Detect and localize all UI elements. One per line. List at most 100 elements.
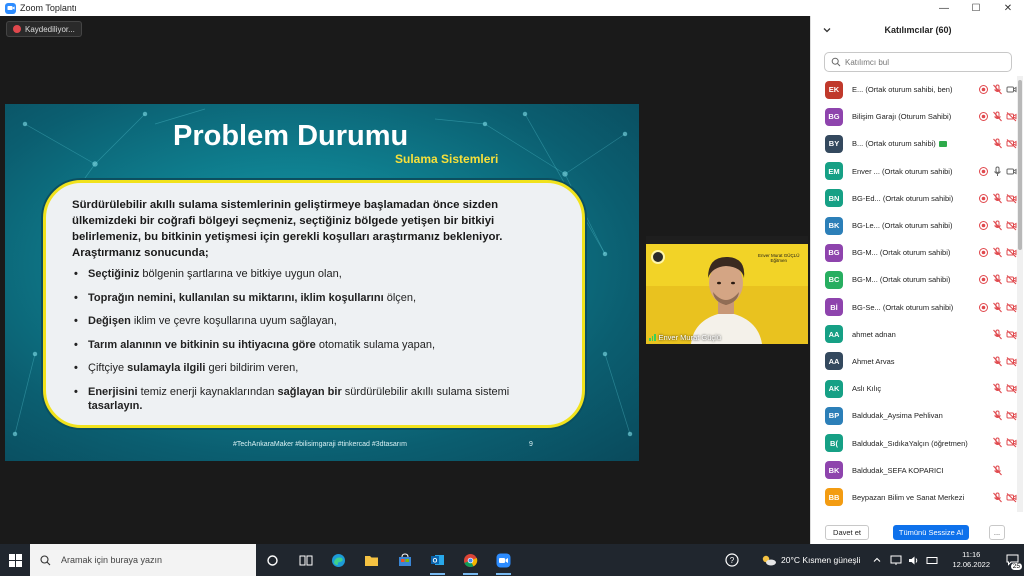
participant-status-icons bbox=[978, 103, 1017, 130]
video-off-icon[interactable] bbox=[1006, 247, 1017, 258]
video-off-icon[interactable] bbox=[1006, 356, 1017, 367]
recording-icon[interactable] bbox=[978, 247, 989, 258]
participant-row[interactable]: BB Beypazarı Bilim ve Sanat Merkezi bbox=[811, 484, 1017, 511]
mic-muted-icon[interactable] bbox=[992, 410, 1003, 421]
mic-icon[interactable] bbox=[992, 166, 1003, 177]
mic-muted-icon[interactable] bbox=[992, 220, 1003, 231]
maximize-button[interactable]: ☐ bbox=[960, 0, 992, 16]
video-icon[interactable] bbox=[1006, 166, 1017, 177]
video-off-icon[interactable] bbox=[1006, 302, 1017, 313]
slide-footer-hashtags: #TechAnkaraMaker #bilisimgaraji #tinkerc… bbox=[233, 441, 407, 448]
folder-icon bbox=[365, 555, 378, 566]
participant-row[interactable]: AA Ahmet Arvas bbox=[811, 348, 1017, 375]
recording-icon[interactable] bbox=[978, 302, 989, 313]
video-off-icon[interactable] bbox=[1006, 138, 1017, 149]
video-off-icon[interactable] bbox=[1006, 492, 1017, 503]
participant-row[interactable]: BY B... (Ortak oturum sahibi) bbox=[811, 130, 1017, 157]
recording-icon[interactable] bbox=[978, 84, 989, 95]
taskbar-clock[interactable]: 11:16 12.06.2022 bbox=[952, 550, 990, 570]
taskbar-app-file-explorer[interactable] bbox=[355, 544, 388, 576]
signal-strength-icon bbox=[649, 334, 656, 341]
video-off-icon[interactable] bbox=[1006, 220, 1017, 231]
participant-row[interactable]: BG Bilişim Garajı (Oturum Sahibi) bbox=[811, 103, 1017, 130]
video-off-icon[interactable] bbox=[1006, 193, 1017, 204]
participant-search-input[interactable] bbox=[845, 57, 1005, 67]
recording-icon[interactable] bbox=[978, 166, 989, 177]
video-off-icon[interactable] bbox=[1006, 383, 1017, 394]
more-options-button[interactable]: ... bbox=[989, 524, 1005, 540]
keyboard-icon[interactable] bbox=[926, 555, 938, 566]
weather-widget[interactable]: 20°C Kısmen güneşli bbox=[761, 554, 860, 566]
speaker-video-tile[interactable]: Enver Murat GÜÇLÜ Eğitmen Enver Murat Gü… bbox=[646, 236, 808, 344]
outlook-icon: O bbox=[431, 555, 444, 565]
taskbar-app-outlook[interactable]: O bbox=[421, 544, 454, 576]
participant-status-icons bbox=[992, 375, 1017, 402]
participant-row[interactable]: EK E... (Ortak oturum sahibi, ben) bbox=[811, 76, 1017, 103]
video-off-icon[interactable] bbox=[1006, 329, 1017, 340]
mic-muted-icon[interactable] bbox=[992, 193, 1003, 204]
participant-row[interactable]: AA ahmet adnan bbox=[811, 321, 1017, 348]
recording-label: Kaydediliyor... bbox=[25, 24, 75, 34]
recording-icon[interactable] bbox=[978, 193, 989, 204]
recording-indicator[interactable]: Kaydediliyor... bbox=[6, 21, 82, 37]
invite-button[interactable]: Davet et bbox=[825, 524, 869, 540]
participant-name: BG-Le... (Ortak oturum sahibi) bbox=[852, 221, 980, 230]
mic-muted-icon[interactable] bbox=[992, 356, 1003, 367]
mic-muted-icon[interactable] bbox=[992, 492, 1003, 503]
participant-list-scrollbar[interactable] bbox=[1017, 76, 1023, 512]
speaker-name-caption: Enver Murat Güçlü bbox=[649, 333, 721, 342]
taskbar-app-chrome[interactable] bbox=[454, 544, 487, 576]
taskbar-app-edge[interactable] bbox=[322, 544, 355, 576]
taskbar-search-placeholder: Aramak için buraya yazın bbox=[61, 555, 163, 565]
network-icon[interactable] bbox=[890, 555, 902, 566]
participant-avatar: AK bbox=[825, 379, 843, 398]
participant-row[interactable]: AK Aslı Kılıç bbox=[811, 375, 1017, 402]
participant-row[interactable]: EM Enver ... (Ortak oturum sahibi) bbox=[811, 158, 1017, 185]
recording-icon[interactable] bbox=[978, 220, 989, 231]
close-button[interactable]: ✕ bbox=[992, 0, 1024, 16]
task-view-button[interactable] bbox=[289, 544, 322, 576]
participant-row[interactable]: BK Baldudak_SEFA KOPARICI bbox=[811, 457, 1017, 484]
mic-muted-icon[interactable] bbox=[992, 274, 1003, 285]
mic-muted-icon[interactable] bbox=[992, 465, 1003, 476]
volume-icon[interactable] bbox=[908, 555, 920, 566]
participant-status-icons bbox=[992, 484, 1017, 511]
participant-row[interactable]: BC BG-M... (Ortak oturum sahibi) bbox=[811, 266, 1017, 293]
mute-all-button[interactable]: Tümünü Sessize Al bbox=[893, 524, 969, 540]
minimize-button[interactable]: — bbox=[928, 0, 960, 16]
mic-muted-icon[interactable] bbox=[992, 138, 1003, 149]
task-view-button[interactable] bbox=[256, 544, 289, 576]
video-off-icon[interactable] bbox=[1006, 410, 1017, 421]
video-icon[interactable] bbox=[1006, 84, 1017, 95]
mic-muted-icon[interactable] bbox=[992, 437, 1003, 448]
mic-muted-icon[interactable] bbox=[992, 302, 1003, 313]
start-button[interactable] bbox=[0, 544, 30, 576]
chevron-down-icon[interactable] bbox=[821, 24, 833, 36]
mic-muted-icon[interactable] bbox=[992, 329, 1003, 340]
video-off-icon[interactable] bbox=[1006, 274, 1017, 285]
recording-icon[interactable] bbox=[978, 111, 989, 122]
participant-name: B... (Ortak oturum sahibi) bbox=[852, 139, 980, 148]
recording-icon[interactable] bbox=[978, 274, 989, 285]
participant-row[interactable]: Bİ BG-Se... (Ortak oturum sahibi) bbox=[811, 294, 1017, 321]
participant-row[interactable]: BN BG-Ed... (Ortak oturum sahibi) bbox=[811, 185, 1017, 212]
taskbar-app-store[interactable] bbox=[388, 544, 421, 576]
scrollbar-thumb[interactable] bbox=[1018, 80, 1022, 250]
mic-muted-icon[interactable] bbox=[992, 84, 1003, 95]
video-off-icon[interactable] bbox=[1006, 437, 1017, 448]
chevron-up-icon[interactable] bbox=[872, 555, 882, 565]
participant-row[interactable]: BG BG-M... (Ortak oturum sahibi) bbox=[811, 239, 1017, 266]
video-off-icon[interactable] bbox=[1006, 111, 1017, 122]
participant-name: Enver ... (Ortak oturum sahibi) bbox=[852, 167, 980, 176]
participant-row[interactable]: BK BG-Le... (Ortak oturum sahibi) bbox=[811, 212, 1017, 239]
taskbar-search-box[interactable]: Aramak için buraya yazın bbox=[30, 544, 256, 576]
mic-muted-icon[interactable] bbox=[992, 111, 1003, 122]
mic-muted-icon[interactable] bbox=[992, 383, 1003, 394]
taskbar-app-zoom[interactable] bbox=[487, 544, 520, 576]
notification-center-button[interactable]: 25 bbox=[1000, 544, 1024, 576]
help-icon[interactable]: ? bbox=[725, 553, 739, 567]
participant-row[interactable]: BP Baldudak_Aysima Pehlivan bbox=[811, 402, 1017, 429]
participant-row[interactable]: B(Baldudak_SıdıkaYalçın (öğretmen) bbox=[811, 429, 1017, 456]
search-icon bbox=[831, 57, 841, 67]
mic-muted-icon[interactable] bbox=[992, 247, 1003, 258]
